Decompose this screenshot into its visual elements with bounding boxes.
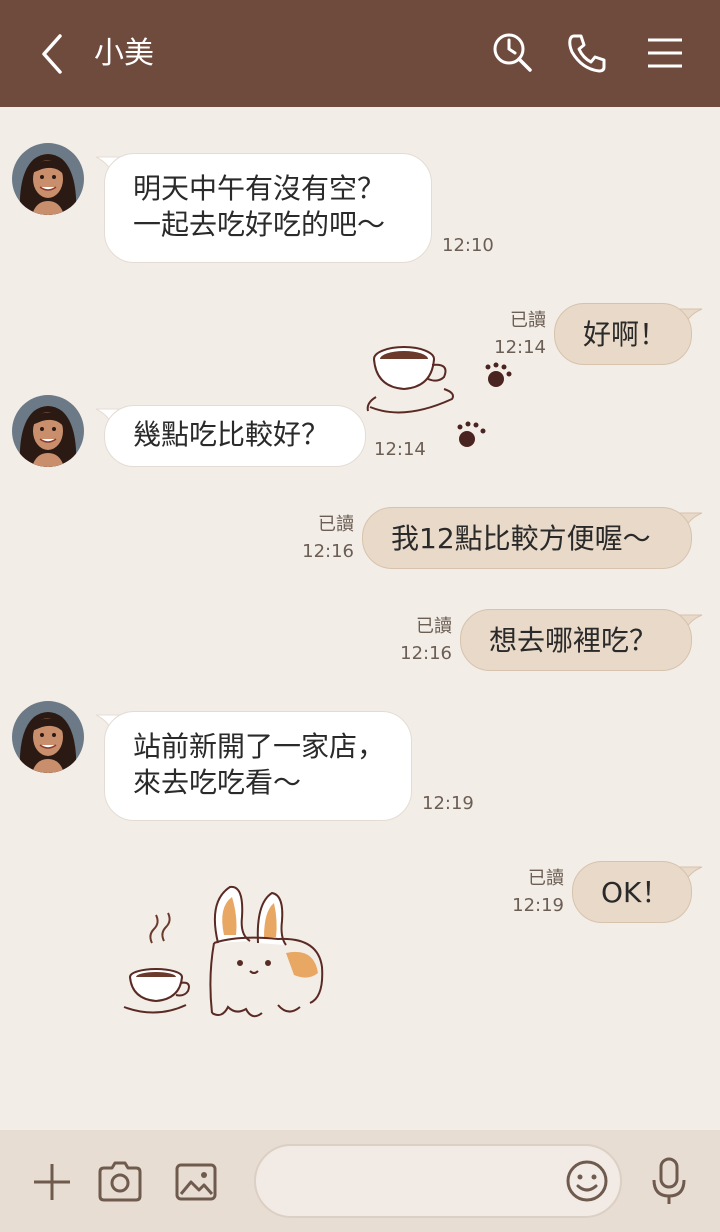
- phone-icon[interactable]: [564, 30, 610, 76]
- chat-title: 小美: [94, 36, 154, 71]
- search-icon[interactable]: [490, 30, 536, 76]
- camera-icon[interactable]: [96, 1158, 144, 1206]
- message-time: 12:16: [400, 643, 452, 664]
- message-line: 明天中午有沒有空？: [133, 172, 386, 205]
- read-receipt: 已讀: [510, 310, 546, 331]
- chevron-left-icon[interactable]: [34, 30, 74, 78]
- paw-print-icon: [485, 362, 512, 387]
- message-line: 來去吃吃看～: [133, 766, 302, 799]
- incoming-message[interactable]: 明天中午有沒有空？ 一起去吃好吃的吧～: [104, 153, 432, 263]
- plus-icon[interactable]: [28, 1158, 76, 1206]
- outgoing-message[interactable]: 我12點比較方便喔～: [362, 507, 692, 569]
- microphone-icon[interactable]: [646, 1156, 692, 1206]
- read-receipt: 已讀: [318, 514, 354, 535]
- message-line: 幾點吃比較好？: [133, 418, 330, 451]
- message-time: 12:14: [494, 337, 546, 358]
- smiley-icon[interactable]: [564, 1158, 610, 1204]
- chat-footer: [0, 1130, 720, 1232]
- message-time: 12:19: [512, 895, 564, 916]
- image-icon[interactable]: [172, 1158, 220, 1206]
- avatar[interactable]: [12, 143, 84, 215]
- chat-area[interactable]: 明天中午有沒有空？ 一起去吃好吃的吧～ 12:10 已讀 12:14 好啊！ 幾…: [0, 107, 720, 1130]
- read-receipt: 已讀: [416, 616, 452, 637]
- outgoing-message[interactable]: 好啊！: [554, 303, 692, 365]
- menu-icon[interactable]: [642, 30, 688, 76]
- coffee-cup-icon: [366, 346, 454, 414]
- avatar[interactable]: [12, 395, 84, 467]
- avatar[interactable]: [12, 701, 84, 773]
- chat-header: 小美: [0, 0, 720, 107]
- message-line: 站前新開了一家店，: [133, 730, 386, 763]
- message-time: 12:14: [374, 439, 426, 460]
- message-time: 12:10: [442, 235, 494, 256]
- read-receipt: 已讀: [528, 868, 564, 889]
- incoming-message[interactable]: 幾點吃比較好？: [104, 405, 366, 467]
- message-time: 12:16: [302, 541, 354, 562]
- outgoing-message[interactable]: 想去哪裡吃？: [460, 609, 692, 671]
- rabbit-dog-sticker-icon[interactable]: [118, 877, 330, 1023]
- message-time: 12:19: [422, 793, 474, 814]
- outgoing-message[interactable]: OK！: [572, 861, 692, 923]
- incoming-message[interactable]: 站前新開了一家店， 來去吃吃看～: [104, 711, 412, 821]
- message-line: 一起去吃好吃的吧～: [133, 208, 386, 241]
- paw-print-icon: [457, 421, 486, 447]
